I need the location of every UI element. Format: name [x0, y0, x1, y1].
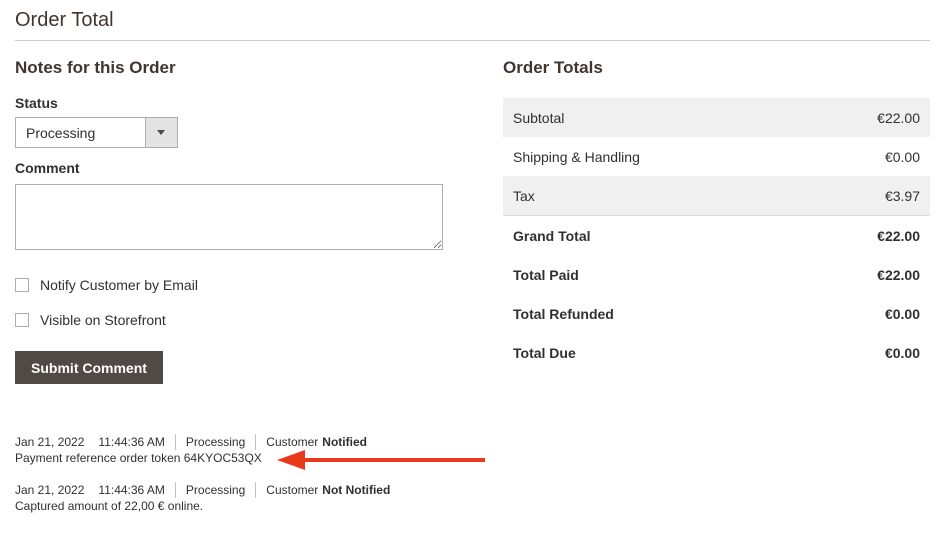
dropdown-toggle[interactable]: [145, 118, 177, 147]
order-notes-panel: Notes for this Order Status Processing C…: [15, 58, 445, 384]
status-select-value: Processing: [26, 125, 96, 141]
status-select[interactable]: Processing: [15, 117, 178, 148]
visible-storefront-row[interactable]: Visible on Storefront: [15, 310, 445, 330]
visible-storefront-label: Visible on Storefront: [40, 312, 166, 328]
submit-comment-button[interactable]: Submit Comment: [15, 351, 163, 384]
history-customer: Customer: [266, 435, 319, 449]
order-totals-table: Subtotal €22.00 Shipping & Handling €0.0…: [503, 98, 930, 372]
history-date: Jan 21, 2022: [15, 483, 85, 497]
totals-value: €22.00: [802, 98, 930, 137]
history-comment: Captured amount of 22,00 € online.: [15, 499, 204, 513]
history-entry: Jan 21, 2022 11:44:36 AM Processing Cust…: [15, 482, 390, 514]
history-time: 11:44:36 AM: [98, 435, 165, 449]
history-meta: Jan 21, 2022 11:44:36 AM Processing Cust…: [15, 482, 390, 498]
comment-textarea[interactable]: [15, 184, 443, 250]
totals-label: Shipping & Handling: [513, 148, 640, 165]
totals-row-shipping: Shipping & Handling €0.00: [503, 137, 930, 176]
totals-row-total-due: Total Due €0.00: [503, 333, 930, 372]
totals-row-total-paid: Total Paid €22.00: [503, 255, 930, 294]
history-divider: [255, 434, 257, 450]
notes-title: Notes for this Order: [15, 58, 176, 77]
totals-label: Tax: [503, 176, 803, 216]
totals-row-tax: Tax €3.97: [503, 176, 930, 216]
comment-label: Comment: [15, 160, 80, 176]
section-divider: [15, 40, 930, 41]
totals-value: €3.97: [802, 176, 930, 216]
totals-value: €0.00: [884, 344, 920, 361]
history-time: 11:44:36 AM: [98, 483, 165, 497]
history-status: Processing: [185, 483, 246, 497]
visible-storefront-checkbox[interactable]: [15, 313, 29, 327]
history-customer: Customer: [266, 483, 319, 497]
order-totals-panel: Order Totals Subtotal €22.00 Shipping & …: [503, 58, 930, 372]
totals-label: Total Paid: [513, 266, 579, 283]
history-notified: Not Notified: [322, 483, 391, 497]
totals-label: Grand Total: [503, 215, 803, 255]
totals-label: Subtotal: [503, 98, 803, 137]
totals-label: Total Due: [513, 344, 576, 361]
totals-value: €0.00: [884, 148, 920, 165]
notify-customer-row[interactable]: Notify Customer by Email: [15, 275, 445, 295]
history-date: Jan 21, 2022: [15, 435, 85, 449]
totals-value: €22.00: [802, 215, 930, 255]
history-divider: [255, 482, 257, 498]
totals-value: €22.00: [877, 266, 920, 283]
history-notified: Notified: [322, 435, 367, 449]
status-label: Status: [15, 95, 58, 111]
chevron-down-icon: [157, 130, 165, 135]
totals-row-grand-total: Grand Total €22.00: [503, 215, 930, 255]
section-title: Order Total: [15, 9, 114, 31]
notify-customer-checkbox[interactable]: [15, 278, 29, 292]
history-divider: [174, 434, 176, 450]
totals-title: Order Totals: [503, 58, 603, 77]
totals-label: Total Refunded: [513, 305, 614, 322]
totals-value: €0.00: [884, 305, 920, 322]
annotation-arrow-icon: [277, 450, 485, 470]
notify-customer-label: Notify Customer by Email: [40, 277, 198, 293]
totals-row-subtotal: Subtotal €22.00: [503, 98, 930, 137]
history-divider: [174, 482, 176, 498]
history-status: Processing: [185, 435, 246, 449]
totals-row-total-refunded: Total Refunded €0.00: [503, 294, 930, 333]
